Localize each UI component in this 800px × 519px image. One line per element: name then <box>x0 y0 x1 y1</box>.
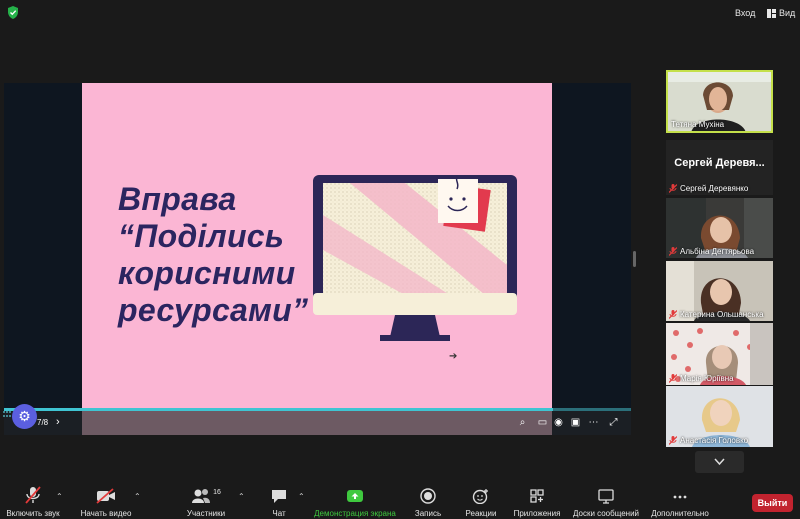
computer-monitor-illustration <box>313 175 517 341</box>
participant-tile[interactable]: Катерина Ольшанська <box>666 261 773 321</box>
muted-microphone-icon <box>2 484 64 504</box>
audio-icon[interactable]: ◉ <box>553 417 564 428</box>
share-screen-button[interactable]: Демонстрация экрана <box>310 484 400 519</box>
fullscreen-icon[interactable]: ⤢ <box>608 417 619 428</box>
splitter-handle[interactable] <box>633 251 636 267</box>
participants-count: 16 <box>213 489 221 496</box>
chevron-down-icon <box>714 458 725 466</box>
more-options-icon[interactable]: ⋯ <box>588 417 599 428</box>
muted-mic-icon <box>669 436 677 445</box>
participant-tile[interactable]: Альбіна Дегтярьова <box>666 198 773 258</box>
participant-tile[interactable]: Сергей Деревя... Сергей Деревянко <box>666 140 773 195</box>
participant-tile[interactable]: Анастасія Головко <box>666 386 773 447</box>
muted-mic-icon <box>669 310 677 319</box>
enter-button[interactable]: Вход <box>735 6 755 20</box>
drag-grip-icon[interactable] <box>2 410 12 418</box>
slide-controls: 7/8 › ⌕ ▭ ◉ ▣ ⋯ ⤢ <box>4 411 631 435</box>
participant-tile[interactable]: Тетяна Мухіна <box>666 70 773 133</box>
start-video-button[interactable]: Начать видео <box>76 484 136 519</box>
muted-mic-icon <box>669 184 677 193</box>
slide-title-line: Вправа <box>118 181 237 217</box>
record-icon <box>408 484 448 504</box>
whiteboards-button[interactable]: Доски сообщений <box>570 484 642 519</box>
apps-icon <box>512 484 562 504</box>
scroll-participants-down-button[interactable] <box>695 451 744 473</box>
view-button[interactable]: Вид <box>767 6 795 20</box>
reactions-button[interactable]: Реакции <box>460 484 502 519</box>
zoom-icon[interactable]: ⌕ <box>517 417 528 428</box>
participant-name: Марія Юріївна <box>669 374 734 383</box>
participants-button[interactable]: 16 Участники <box>180 484 232 519</box>
share-screen-icon <box>310 484 400 504</box>
more-dots-icon <box>646 484 714 504</box>
leave-meeting-button[interactable]: Выйти <box>752 494 793 512</box>
whiteboard-icon <box>570 484 642 504</box>
audio-options-caret-icon[interactable]: ⌃ <box>56 492 63 501</box>
shared-screen[interactable]: Вправа “Поділись корисними ресурсами” ➔ … <box>4 83 631 435</box>
video-options-caret-icon[interactable]: ⌃ <box>134 492 141 501</box>
participant-name: Сергей Деревянко <box>669 184 748 193</box>
participant-name: Альбіна Дегтярьова <box>669 247 754 256</box>
chat-options-caret-icon[interactable]: ⌃ <box>298 492 305 501</box>
slide-title-line: “Поділись <box>118 218 285 254</box>
encryption-shield-icon[interactable] <box>7 6 19 19</box>
presentation-slide: Вправа “Поділись корисними ресурсами” ➔ <box>82 83 552 408</box>
captions-icon[interactable]: ▭ <box>537 417 548 428</box>
settings-gear-button[interactable]: ⚙ <box>12 404 37 429</box>
more-button[interactable]: Дополнительно <box>646 484 714 519</box>
zoom-meeting-window: Вход Вид Вправа “Поділись корисними ресурса… <box>0 0 800 519</box>
chat-bubble-icon <box>262 484 296 504</box>
record-button[interactable]: Запись <box>408 484 448 519</box>
participant-display-name: Сергей Деревя... <box>674 157 765 169</box>
muted-mic-icon <box>669 247 677 256</box>
video-off-icon <box>76 484 136 504</box>
muted-mic-icon <box>669 374 677 383</box>
enter-label: Вход <box>735 8 756 18</box>
participant-tile[interactable]: Марія Юріївна <box>666 323 773 385</box>
apps-button[interactable]: Приложения <box>512 484 562 519</box>
next-slide-icon[interactable]: › <box>56 416 60 428</box>
slide-title: Вправа “Поділись корисними ресурсами” <box>118 181 318 329</box>
participant-name: Катерина Ольшанська <box>669 310 764 319</box>
top-bar: Вход Вид <box>0 0 800 26</box>
unmute-button[interactable]: Включить звук <box>2 484 64 519</box>
participant-name: Анастасія Головко <box>669 436 748 445</box>
grid-view-icon <box>767 8 776 18</box>
page-indicator: 7/8 <box>37 418 49 427</box>
meeting-toolbar: Включить звук ⌃ Начать видео ⌃ 16 Участн… <box>0 484 800 519</box>
participants-icon: 16 <box>180 484 232 504</box>
participant-name: Тетяна Мухіна <box>671 120 725 129</box>
slide-title-line: корисними <box>118 255 296 291</box>
slide-title-line: ресурсами” <box>118 292 309 328</box>
mouse-cursor-icon: ➔ <box>449 351 458 362</box>
participants-options-caret-icon[interactable]: ⌃ <box>238 492 245 501</box>
chat-button[interactable]: Чат <box>262 484 296 519</box>
gear-icon: ⚙ <box>18 408 31 424</box>
picture-in-picture-icon[interactable]: ▣ <box>570 417 581 428</box>
view-label: Вид <box>779 8 796 18</box>
smiley-plus-icon <box>460 484 502 504</box>
